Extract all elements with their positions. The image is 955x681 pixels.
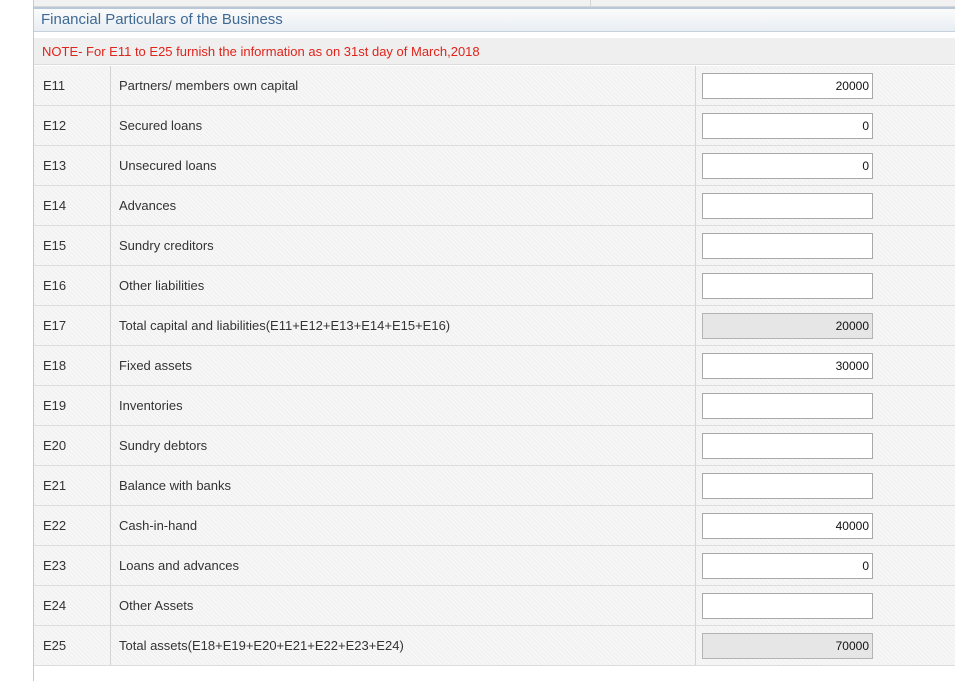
value-input-e23[interactable] — [702, 553, 873, 579]
row-value-cell — [696, 106, 955, 145]
row-label: Advances — [111, 186, 696, 225]
row-code: E23 — [34, 546, 111, 585]
row-label: Unsecured loans — [111, 146, 696, 185]
table-row-e16: E16 Other liabilities — [34, 266, 955, 306]
row-value-cell — [696, 386, 955, 425]
table-row-e17: E17 Total capital and liabilities(E11+E12… — [34, 306, 955, 346]
row-value-cell — [696, 466, 955, 505]
row-code: E18 — [34, 346, 111, 385]
row-code: E21 — [34, 466, 111, 505]
table-row-e18: E18 Fixed assets — [34, 346, 955, 386]
row-label: Secured loans — [111, 106, 696, 145]
row-code: E20 — [34, 426, 111, 465]
row-value-cell — [696, 506, 955, 545]
row-value-cell — [696, 426, 955, 465]
value-input-e25 — [702, 633, 873, 659]
table-row-e14: E14 Advances — [34, 186, 955, 226]
row-code: E13 — [34, 146, 111, 185]
panel-top-border — [34, 0, 955, 7]
row-label: Sundry creditors — [111, 226, 696, 265]
table-row-e20: E20 Sundry debtors — [34, 426, 955, 466]
row-value-cell — [696, 266, 955, 305]
row-label: Inventories — [111, 386, 696, 425]
financial-rows: E11Partners/ members own capitalE12Secur… — [34, 66, 955, 666]
table-row-e22: E22 Cash-in-hand — [34, 506, 955, 546]
row-code: E19 — [34, 386, 111, 425]
row-label: Partners/ members own capital — [111, 66, 696, 105]
row-code: E14 — [34, 186, 111, 225]
row-value-cell — [696, 226, 955, 265]
table-row-e11: E11 Partners/ members own capital — [34, 66, 955, 106]
value-input-e21[interactable] — [702, 473, 873, 499]
row-label: Other Assets — [111, 586, 696, 625]
row-code: E11 — [34, 66, 111, 105]
table-row-e21: E21 Balance with banks — [34, 466, 955, 506]
table-row-e12: E12 Secured loans — [34, 106, 955, 146]
value-input-e16[interactable] — [702, 273, 873, 299]
row-value-cell — [696, 306, 955, 345]
row-value-cell — [696, 146, 955, 185]
row-value-cell — [696, 66, 955, 105]
row-label: Fixed assets — [111, 346, 696, 385]
value-input-e19[interactable] — [702, 393, 873, 419]
row-value-cell — [696, 186, 955, 225]
row-label: Cash-in-hand — [111, 506, 696, 545]
note-text: NOTE- For E11 to E25 furnish the informa… — [34, 38, 955, 65]
table-row-e15: E15 Sundry creditors — [34, 226, 955, 266]
value-input-e24[interactable] — [702, 593, 873, 619]
row-value-cell — [696, 626, 955, 665]
value-input-e12[interactable] — [702, 113, 873, 139]
row-label: Other liabilities — [111, 266, 696, 305]
row-label: Loans and advances — [111, 546, 696, 585]
table-row-e23: E23 Loans and advances — [34, 546, 955, 586]
row-label: Total assets(E18+E19+E20+E21+E22+E23+E24… — [111, 626, 696, 665]
row-code: E22 — [34, 506, 111, 545]
table-row-e24: E24 Other Assets — [34, 586, 955, 626]
row-label: Sundry debtors — [111, 426, 696, 465]
row-label: Total capital and liabilities(E11+E12+E1… — [111, 306, 696, 345]
row-code: E16 — [34, 266, 111, 305]
row-code: E12 — [34, 106, 111, 145]
table-row-e13: E13 Unsecured loans — [34, 146, 955, 186]
row-code: E17 — [34, 306, 111, 345]
row-label: Balance with banks — [111, 466, 696, 505]
value-input-e15[interactable] — [702, 233, 873, 259]
row-value-cell — [696, 346, 955, 385]
financial-particulars-panel: Financial Particulars of the Business NO… — [33, 0, 955, 681]
value-input-e17 — [702, 313, 873, 339]
table-row-e19: E19 Inventories — [34, 386, 955, 426]
value-input-e22[interactable] — [702, 513, 873, 539]
value-input-e14[interactable] — [702, 193, 873, 219]
row-value-cell — [696, 586, 955, 625]
row-value-cell — [696, 546, 955, 585]
row-code: E24 — [34, 586, 111, 625]
value-input-e18[interactable] — [702, 353, 873, 379]
value-input-e11[interactable] — [702, 73, 873, 99]
table-row-e25: E25 Total assets(E18+E19+E20+E21+E22+E23+… — [34, 626, 955, 666]
section-title: Financial Particulars of the Business — [34, 7, 955, 32]
value-input-e13[interactable] — [702, 153, 873, 179]
row-code: E25 — [34, 626, 111, 665]
row-code: E15 — [34, 226, 111, 265]
value-input-e20[interactable] — [702, 433, 873, 459]
